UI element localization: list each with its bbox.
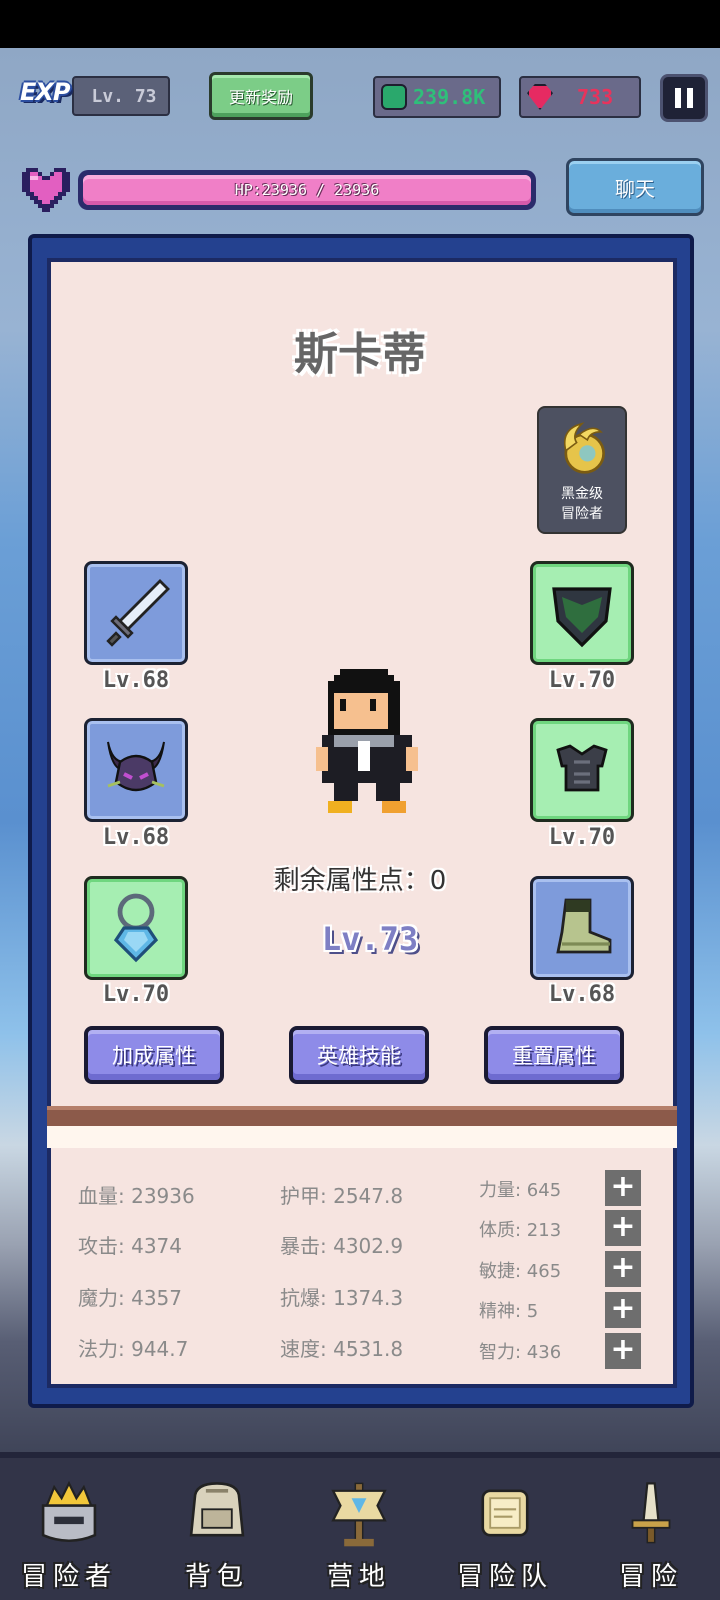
hero-name: 斯卡蒂 [294, 329, 426, 380]
shield-icon [552, 587, 612, 648]
add-agility-button[interactable]: + [605, 1251, 641, 1287]
stat-speed: 速度: 4531.8 [280, 1337, 404, 1361]
equip-level-armor: Lv.70 [548, 825, 616, 850]
update-rewards-button[interactable]: 更新奖励 [209, 72, 313, 120]
chat-button[interactable]: 聊天 [566, 158, 704, 216]
remaining-attribute-points: 剩余属性点：0 [273, 866, 447, 896]
banner-icon [331, 1482, 387, 1547]
hp-bar: HP:23936 / 23936 [78, 170, 536, 210]
panel-divider-light [47, 1126, 677, 1148]
attr-constitution: 体质: 213 [479, 1220, 562, 1241]
attr-agility: 敏捷: 465 [479, 1261, 562, 1282]
rank-badge[interactable]: 黑金级 冒险者 [537, 406, 627, 534]
stat-crit: 暴击: 4302.9 [280, 1234, 404, 1258]
stat-hp: 血量: 23936 [78, 1184, 195, 1208]
add-spirit-button[interactable]: + [605, 1292, 641, 1328]
black-gold-emblem-icon [563, 422, 605, 474]
pause-icon-bar-right [687, 88, 693, 108]
add-constitution-button[interactable]: + [605, 1210, 641, 1246]
nav-camp[interactable]: 营地 [294, 1460, 424, 1596]
pause-button[interactable] [660, 74, 708, 122]
player-level: Lv. 73 [72, 76, 170, 116]
hero-skills-button[interactable]: 英雄技能 [289, 1026, 429, 1084]
stat-armor: 护甲: 2547.8 [280, 1184, 404, 1208]
hero-level: Lv.73 [321, 920, 419, 958]
equip-level-shield: Lv.70 [548, 668, 616, 693]
attr-intelligence: 智力: 436 [479, 1342, 562, 1363]
horned-helmet-icon [107, 741, 165, 792]
nav-adventure[interactable]: 冒险 [586, 1460, 716, 1596]
nav-adventurer-label: 冒险者 [20, 1562, 117, 1592]
equip-level-helmet: Lv.68 [102, 825, 170, 850]
nav-camp-label: 营地 [326, 1562, 391, 1592]
equip-slot-shield[interactable] [530, 561, 634, 665]
reset-attributes-button[interactable]: 重置属性 [484, 1026, 624, 1084]
scroll-icon [481, 1489, 529, 1537]
backpack-icon [189, 1482, 245, 1537]
equip-slot-armor[interactable] [530, 718, 634, 822]
status-bar [0, 0, 720, 48]
stat-attack: 攻击: 4374 [78, 1234, 182, 1258]
panel-divider [47, 1106, 677, 1126]
rank-line-2: 冒险者 [561, 506, 603, 522]
heart-icon [22, 168, 70, 212]
attr-spirit: 精神: 5 [479, 1301, 539, 1322]
equip-level-necklace: Lv.70 [102, 982, 170, 1007]
stat-crit-resist: 抗爆: 1374.3 [280, 1286, 404, 1310]
red-gem-amount: 733 [577, 85, 614, 109]
armor-icon [556, 744, 608, 792]
dagger-icon [631, 1482, 671, 1544]
equip-slot-weapon[interactable] [84, 561, 188, 665]
nav-adventurer[interactable]: 冒险者 [4, 1460, 134, 1596]
nav-adventure-label: 冒险 [618, 1562, 683, 1592]
nav-team-label: 冒险队 [456, 1562, 553, 1592]
stat-magic: 魔力: 4357 [78, 1286, 182, 1310]
green-gem-amount: 239.8K [413, 85, 486, 109]
add-strength-button[interactable]: + [605, 1170, 641, 1206]
player-level-text: Lv. 73 [91, 85, 157, 107]
equip-level-weapon: Lv.68 [102, 668, 170, 693]
sword-icon [106, 579, 170, 647]
hero-avatar [316, 669, 418, 813]
green-gem-icon [381, 84, 407, 110]
equip-level-boots: Lv.68 [548, 982, 616, 1007]
exp-label: EXP [20, 78, 70, 106]
hp-bar-fill: HP:23936 / 23936 [83, 175, 531, 205]
pause-icon-bar-left [675, 88, 681, 108]
bonus-attributes-button[interactable]: 加成属性 [84, 1026, 224, 1084]
add-intelligence-button[interactable]: + [605, 1333, 641, 1369]
equip-slot-helmet[interactable] [84, 718, 188, 822]
nav-team[interactable]: 冒险队 [440, 1460, 570, 1596]
stat-mana: 法力: 944.7 [78, 1337, 189, 1361]
red-gem-counter: 733 [519, 76, 641, 118]
nav-backpack-label: 背包 [184, 1562, 249, 1592]
crown-helmet-icon [41, 1480, 97, 1543]
green-gem-counter: 239.8K [373, 76, 501, 118]
rank-text: 黑金级 冒险者 [561, 484, 603, 524]
nav-backpack[interactable]: 背包 [152, 1460, 282, 1596]
attr-strength: 力量: 645 [479, 1180, 562, 1201]
rank-line-1: 黑金级 [561, 486, 603, 502]
red-gem-icon [527, 84, 553, 110]
